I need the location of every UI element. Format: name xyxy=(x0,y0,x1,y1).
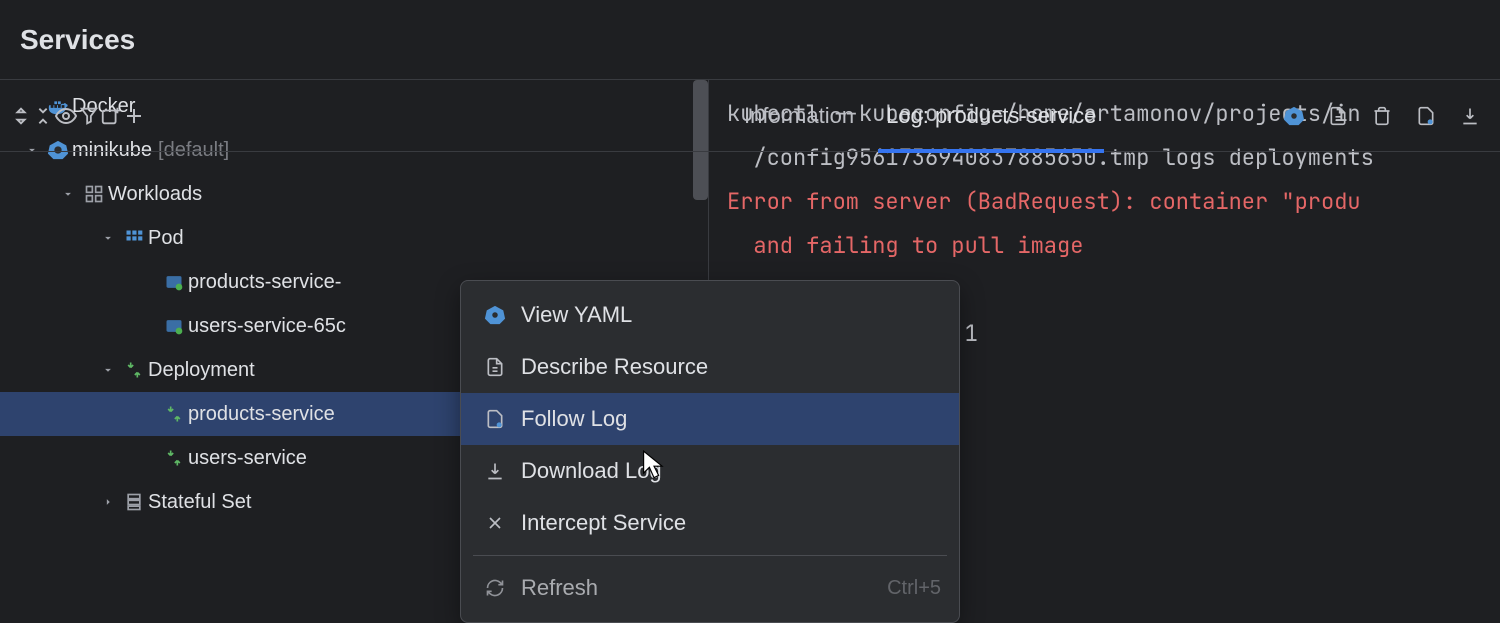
follow-log-button[interactable] xyxy=(1408,98,1444,134)
document-icon xyxy=(479,357,511,377)
tree-node-workloads[interactable]: Workloads xyxy=(0,172,708,216)
refresh-icon xyxy=(479,578,511,598)
follow-log-icon xyxy=(479,409,511,429)
menu-label: Intercept Service xyxy=(521,510,686,536)
deployment-item-icon xyxy=(160,448,188,468)
filter-button[interactable] xyxy=(78,105,100,127)
pod-item-icon xyxy=(160,316,188,336)
tree-label: Stateful Set xyxy=(148,491,251,514)
delete-button[interactable] xyxy=(1364,98,1400,134)
menu-label: Follow Log xyxy=(521,406,627,432)
download-log-button[interactable] xyxy=(1452,98,1488,134)
deployment-icon xyxy=(120,360,148,380)
collapse-all-button[interactable] xyxy=(32,105,54,127)
workloads-icon xyxy=(80,184,108,204)
download-icon xyxy=(479,461,511,481)
tree-label: products-service- xyxy=(188,271,341,294)
menu-label: View YAML xyxy=(521,302,632,328)
menu-separator xyxy=(473,555,947,556)
expand-all-button[interactable] xyxy=(10,105,32,127)
pod-icon xyxy=(120,228,148,248)
tree-label: Workloads xyxy=(108,183,202,206)
tree-label: users-service xyxy=(188,447,307,470)
chevron-down-icon[interactable] xyxy=(56,187,80,201)
tree-node-pod[interactable]: Pod xyxy=(0,216,708,260)
deployment-item-icon xyxy=(160,404,188,424)
menu-item-intercept-service[interactable]: Intercept Service xyxy=(461,497,959,549)
tab-actions xyxy=(1276,98,1500,134)
new-tab-button[interactable] xyxy=(100,105,122,127)
tab-information[interactable]: Information xyxy=(728,80,870,152)
chevron-down-icon[interactable] xyxy=(96,231,120,245)
chevron-down-icon[interactable] xyxy=(96,363,120,377)
view-yaml-button[interactable] xyxy=(1276,98,1312,134)
log-error-line: and failing to pull image xyxy=(727,231,1083,260)
statefulset-icon xyxy=(120,492,148,512)
intercept-icon xyxy=(479,513,511,533)
log-error-line: Error from server (BadRequest): containe… xyxy=(727,187,1361,216)
tree-label: Deployment xyxy=(148,359,255,382)
menu-shortcut: Ctrl+5 xyxy=(887,577,941,600)
panel-title: Services xyxy=(20,24,135,56)
menu-item-refresh[interactable]: Refresh Ctrl+5 xyxy=(461,562,959,614)
add-button[interactable] xyxy=(122,104,146,128)
menu-item-view-yaml[interactable]: View YAML xyxy=(461,289,959,341)
menu-label: Download Log xyxy=(521,458,662,484)
menu-label: Describe Resource xyxy=(521,354,708,380)
kubernetes-icon xyxy=(479,304,511,326)
title-bar: Services xyxy=(0,0,1500,80)
describe-resource-button[interactable] xyxy=(1320,98,1356,134)
chevron-right-icon[interactable] xyxy=(96,495,120,509)
tree-label: Pod xyxy=(148,227,184,250)
menu-item-follow-log[interactable]: Follow Log xyxy=(461,393,959,445)
pod-item-icon xyxy=(160,272,188,292)
tree-label: users-service-65c xyxy=(188,315,346,338)
tab-label: Log: products-service xyxy=(886,103,1096,129)
tree-label: products-service xyxy=(188,403,335,426)
left-toolbar xyxy=(0,80,708,152)
tab-log[interactable]: Log: products-service xyxy=(870,80,1112,152)
show-button[interactable] xyxy=(54,104,78,128)
tabs-row: Information Log: products-service xyxy=(708,80,1500,152)
menu-label: Refresh xyxy=(521,575,598,601)
menu-item-download-log[interactable]: Download Log xyxy=(461,445,959,497)
tab-label: Information xyxy=(744,103,854,129)
menu-item-describe-resource[interactable]: Describe Resource xyxy=(461,341,959,393)
context-menu: View YAML Describe Resource Follow Log D… xyxy=(460,280,960,623)
